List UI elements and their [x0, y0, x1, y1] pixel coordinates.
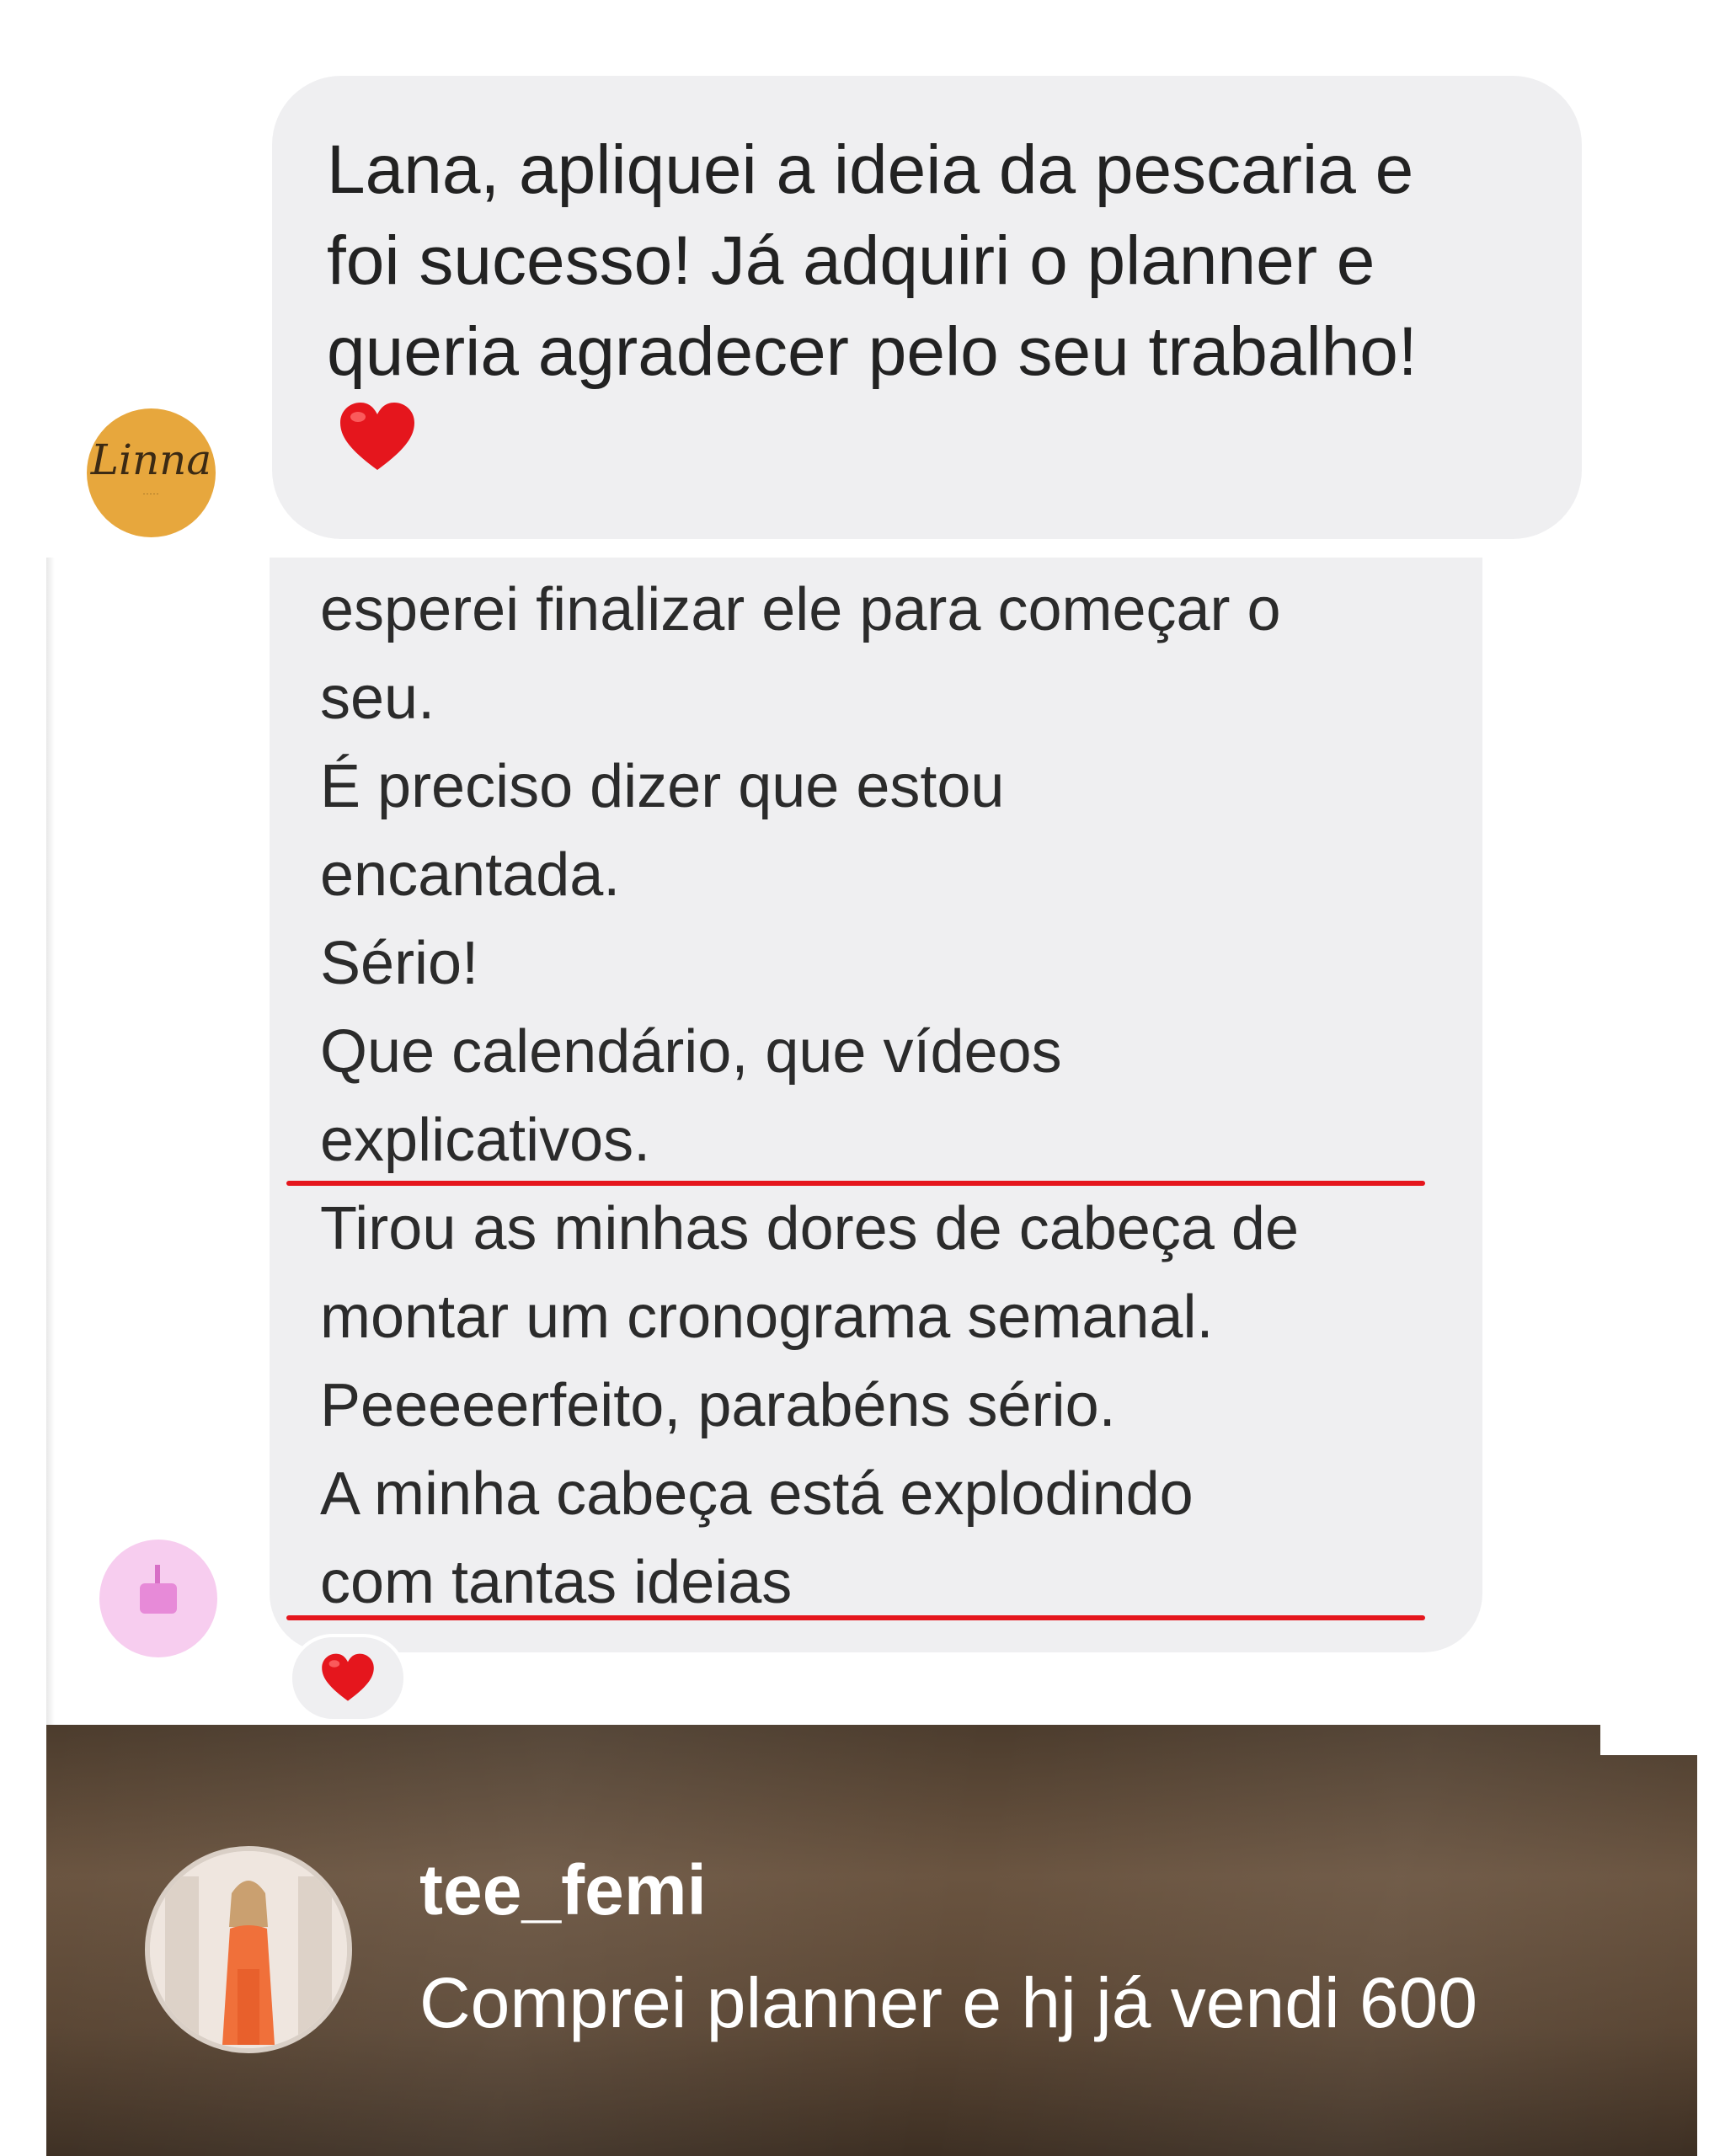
message-1-line: Lana, apliquei a ideia da pescaria e	[327, 131, 1414, 208]
message-2-line: Sério!	[320, 930, 479, 997]
message-2-line: Tirou as minhas dores de cabeça de	[320, 1195, 1299, 1262]
message-2-line: A minha cabeça está explodindo	[320, 1460, 1194, 1528]
person-photo-icon	[150, 1851, 347, 2048]
avatar-logo-stem	[155, 1565, 160, 1585]
message-2-line: É preciso dizer que estou	[320, 753, 1005, 820]
highlight-underline	[286, 1615, 1425, 1620]
highlight-underline	[286, 1181, 1425, 1186]
message-2-line: explicativos.	[320, 1107, 651, 1174]
message-2-line: Que calendário, que vídeos	[320, 1018, 1062, 1086]
message-1-text: Lana, apliquei a ideia da pescaria e foi…	[327, 125, 1565, 398]
comment-text: Comprei planner e hj já vendi 600	[419, 1963, 1478, 2042]
avatar-logo-text: Linna	[90, 435, 212, 484]
heart-reaction-icon	[322, 1653, 374, 1701]
panel-corner	[1600, 1725, 1697, 1755]
message-2-line: seu.	[320, 664, 435, 732]
avatar-logo-subtext: ·····	[142, 489, 160, 498]
message-2-line: encantada.	[320, 841, 621, 909]
heart-emoji	[340, 403, 414, 470]
message-2-line: montar um cronograma semanal.	[320, 1283, 1214, 1351]
commenter-username[interactable]: tee_femi	[419, 1849, 707, 1931]
message-1-line: foi sucesso! Já adquiri o planner e	[327, 222, 1375, 299]
message-2-line: esperei finalizar ele para começar o	[320, 576, 1281, 643]
commenter-avatar[interactable]	[145, 1846, 352, 2053]
message-1-line: queria agradecer pelo seu trabalho!	[327, 313, 1418, 390]
message-2-line: com tantas ideias	[320, 1549, 793, 1616]
sender-avatar-2[interactable]	[99, 1540, 217, 1657]
message-2-line: Peeeeerfeito, parabéns sério.	[320, 1372, 1116, 1439]
panel-edge	[46, 558, 55, 1753]
message-2-text: esperei finalizar ele para começar o seu…	[320, 566, 1499, 1627]
sender-avatar-1[interactable]: Linna ·····	[87, 408, 216, 537]
avatar-logo-mark	[140, 1583, 177, 1614]
